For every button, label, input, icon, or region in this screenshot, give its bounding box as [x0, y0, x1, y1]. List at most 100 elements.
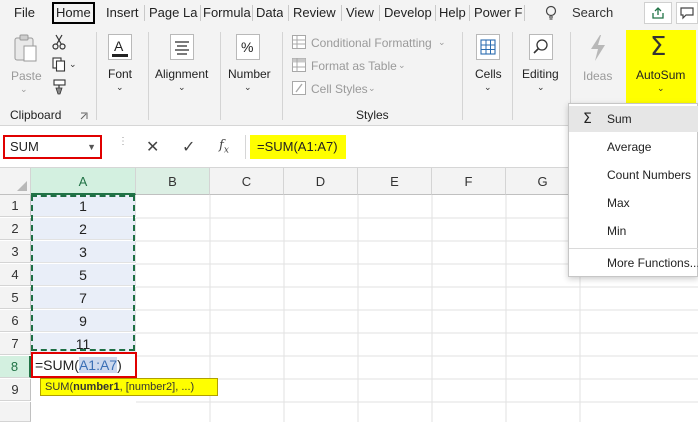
column-header-a[interactable]: A	[31, 168, 136, 195]
cancel-icon[interactable]: ✕	[146, 137, 159, 157]
font-label[interactable]: Font	[108, 67, 132, 81]
dialog-launcher-icon[interactable]	[80, 112, 88, 120]
menu-item-sum[interactable]: Σ Sum	[569, 106, 698, 132]
tab-file[interactable]: File	[14, 4, 35, 22]
menu-item-min[interactable]: Min	[569, 218, 698, 244]
cell-a3[interactable]: 3	[31, 241, 136, 263]
name-box[interactable]: SUM ▼	[3, 135, 102, 159]
sigma-icon: Σ	[583, 111, 592, 127]
editing-label[interactable]: Editing	[522, 67, 559, 81]
group-separator	[512, 32, 513, 120]
tab-review[interactable]: Review	[293, 4, 336, 22]
sigma-icon: Σ	[650, 32, 667, 62]
editing-chevron-icon[interactable]: ⌄	[537, 82, 545, 93]
cell-a8-editor[interactable]: =SUM(A1:A7)	[31, 352, 137, 378]
tab-power-pivot[interactable]: Power F	[474, 4, 522, 22]
row-header-10[interactable]	[0, 402, 31, 422]
number-chevron-icon[interactable]: ⌄	[244, 82, 252, 93]
tab-formulas[interactable]: Formula	[203, 4, 251, 22]
styles-group-label: Styles	[356, 108, 389, 122]
search-label: Search	[572, 5, 614, 20]
formula-bar-grip-icon: ⋮	[118, 136, 128, 147]
tooltip-arg1: number1	[73, 381, 120, 393]
column-header-c[interactable]: C	[210, 168, 284, 195]
menu-tab-bar: File Home Insert Page La Formula Data Re…	[0, 0, 698, 26]
alignment-chevron-icon[interactable]: ⌄	[178, 82, 186, 93]
row-header-2[interactable]: 2	[0, 218, 31, 240]
column-header-d[interactable]: D	[284, 168, 358, 195]
paste-chevron-icon[interactable]: ⌄	[20, 84, 28, 95]
tab-page-layout[interactable]: Page La	[149, 4, 199, 22]
select-all-corner[interactable]	[0, 168, 31, 195]
conditional-formatting-chevron-icon[interactable]: ⌄	[438, 37, 446, 48]
copy-icon[interactable]	[52, 57, 66, 72]
ideas-label[interactable]: Ideas	[583, 69, 612, 83]
row-header-8[interactable]: 8	[0, 356, 31, 378]
row-header-9[interactable]: 9	[0, 379, 31, 401]
row-header-5[interactable]: 5	[0, 287, 31, 309]
autosum-dropdown-menu: Σ Sum Average Count Numbers Max Min More…	[568, 103, 698, 277]
cells-label[interactable]: Cells	[475, 67, 502, 81]
comments-button[interactable]	[676, 2, 698, 24]
row-header-6[interactable]: 6	[0, 310, 31, 332]
formula-bar-divider	[245, 135, 246, 159]
tooltip-function[interactable]: SUM(	[45, 381, 73, 393]
share-button[interactable]	[644, 2, 672, 24]
cell-a1[interactable]: 1	[31, 195, 136, 217]
column-header-f[interactable]: F	[432, 168, 506, 195]
menu-item-average[interactable]: Average	[569, 134, 698, 160]
row-header-3[interactable]: 3	[0, 241, 31, 263]
alignment-icon[interactable]	[170, 34, 194, 60]
font-icon[interactable]: A	[108, 34, 132, 60]
paste-icon[interactable]	[12, 34, 38, 64]
group-separator	[282, 32, 283, 120]
group-separator	[148, 32, 149, 120]
paste-label[interactable]: Paste	[11, 69, 42, 83]
menu-item-more-functions[interactable]: More Functions...	[569, 250, 698, 276]
enter-icon[interactable]: ✓	[182, 137, 195, 157]
tab-help[interactable]: Help	[439, 4, 466, 22]
tab-separator	[144, 5, 145, 21]
row-header-1[interactable]: 1	[0, 195, 31, 217]
format-as-table-chevron-icon[interactable]: ⌄	[398, 60, 406, 71]
copy-chevron-icon[interactable]: ⌄	[69, 59, 77, 70]
cell-a2[interactable]: 2	[31, 218, 136, 240]
number-label[interactable]: Number	[228, 67, 271, 81]
cut-icon[interactable]	[52, 34, 66, 50]
cell-styles-button[interactable]: Cell Styles	[311, 82, 368, 96]
cells-icon[interactable]	[476, 34, 500, 60]
format-painter-icon[interactable]	[52, 79, 68, 95]
tab-developer[interactable]: Develop	[384, 4, 434, 22]
row-header-7[interactable]: 7	[0, 333, 31, 355]
tab-home[interactable]: Home	[52, 2, 95, 24]
select-all-triangle-icon	[17, 181, 27, 191]
column-header-e[interactable]: E	[358, 168, 432, 195]
alignment-label[interactable]: Alignment	[155, 67, 208, 81]
formula-input[interactable]: =SUM(A1:A7)	[250, 135, 346, 159]
group-separator	[96, 32, 97, 120]
cells-chevron-icon[interactable]: ⌄	[484, 82, 492, 93]
cell-a4[interactable]: 5	[31, 264, 136, 286]
ideas-icon[interactable]	[587, 34, 609, 62]
cell-a6[interactable]: 9	[31, 310, 136, 332]
editing-search-icon[interactable]	[529, 34, 553, 60]
tab-separator	[252, 5, 253, 21]
name-box-chevron-icon[interactable]: ▼	[87, 137, 96, 157]
menu-item-max[interactable]: Max	[569, 190, 698, 216]
font-chevron-icon[interactable]: ⌄	[116, 82, 124, 93]
row-header-4[interactable]: 4	[0, 264, 31, 286]
group-separator	[462, 32, 463, 120]
tab-insert[interactable]: Insert	[106, 4, 139, 22]
menu-item-count-numbers[interactable]: Count Numbers	[569, 162, 698, 188]
autosum-button[interactable]: Σ AutoSum ⌄	[626, 30, 696, 104]
insert-function-icon[interactable]: fx	[219, 138, 229, 156]
menu-separator	[569, 248, 698, 249]
tab-view[interactable]: View	[346, 4, 374, 22]
cell-a5[interactable]: 7	[31, 287, 136, 309]
column-header-b[interactable]: B	[136, 168, 210, 195]
format-as-table-button[interactable]: Format as Table	[311, 59, 397, 73]
tab-data[interactable]: Data	[256, 4, 283, 22]
percent-icon[interactable]: %	[236, 34, 260, 60]
cell-styles-chevron-icon[interactable]: ⌄	[368, 83, 376, 94]
conditional-formatting-button[interactable]: Conditional Formatting	[311, 36, 432, 50]
